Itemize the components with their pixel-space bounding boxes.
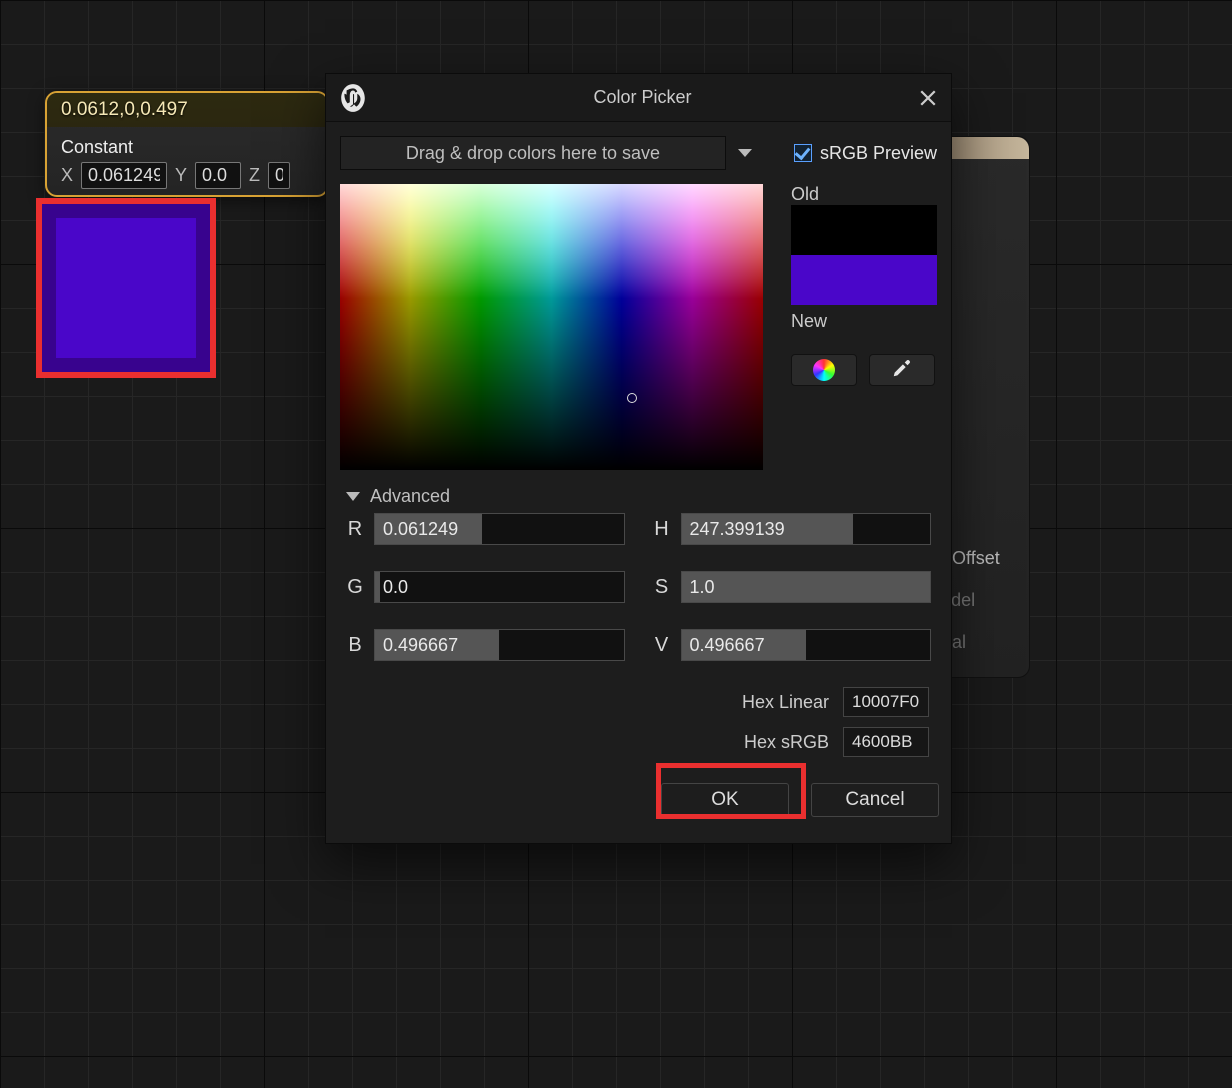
advanced-toggle[interactable]: Advanced bbox=[346, 486, 937, 507]
eyedropper-button[interactable] bbox=[869, 354, 935, 386]
x-label: X bbox=[61, 165, 73, 186]
channel-R-input[interactable]: 0.061249 bbox=[374, 513, 625, 545]
y-input[interactable] bbox=[195, 162, 241, 189]
srgb-label: sRGB Preview bbox=[820, 143, 937, 164]
cancel-button[interactable]: Cancel bbox=[811, 783, 939, 817]
eyedropper-icon bbox=[891, 357, 913, 384]
dialog-title: Color Picker bbox=[380, 87, 905, 108]
constant-label: Constant bbox=[61, 137, 313, 158]
channel-V-label: V bbox=[653, 634, 671, 657]
color-wheel-icon bbox=[813, 359, 835, 381]
color-wheel-button[interactable] bbox=[791, 354, 857, 386]
z-input[interactable] bbox=[268, 162, 290, 189]
channel-G-label: G bbox=[346, 576, 364, 599]
color-swatch-highlight bbox=[36, 198, 216, 378]
node-title: 0.0612,0,0.497 bbox=[47, 93, 327, 127]
y-label: Y bbox=[175, 165, 187, 186]
x-input[interactable] bbox=[81, 162, 167, 189]
channel-H-label: H bbox=[653, 518, 671, 541]
channel-G-input[interactable]: 0.0 bbox=[374, 571, 625, 603]
channel-V-input[interactable]: 0.496667 bbox=[681, 629, 932, 661]
sv-cursor bbox=[627, 393, 637, 403]
chevron-down-icon[interactable] bbox=[738, 149, 752, 157]
saved-colors-dropzone[interactable]: Drag & drop colors here to save bbox=[340, 136, 726, 170]
hex-srgb-label: Hex sRGB bbox=[744, 732, 829, 753]
new-color-swatch[interactable] bbox=[791, 255, 937, 305]
color-swatch[interactable] bbox=[56, 218, 196, 358]
triangle-down-icon bbox=[346, 492, 360, 501]
channel-S-label: S bbox=[653, 576, 671, 599]
checkbox-icon bbox=[794, 144, 812, 162]
channel-B-input[interactable]: 0.496667 bbox=[374, 629, 625, 661]
saturation-value-box[interactable] bbox=[340, 184, 763, 470]
channel-R-label: R bbox=[346, 518, 364, 541]
hex-srgb-input[interactable] bbox=[843, 727, 929, 757]
ok-button[interactable]: OK bbox=[661, 783, 789, 817]
new-label: New bbox=[791, 311, 937, 332]
channel-H-input[interactable]: 247.399139 bbox=[681, 513, 932, 545]
hex-linear-input[interactable] bbox=[843, 687, 929, 717]
z-label: Z bbox=[249, 165, 260, 186]
advanced-label: Advanced bbox=[370, 486, 450, 507]
close-icon[interactable] bbox=[919, 89, 937, 107]
srgb-preview-checkbox[interactable]: sRGB Preview bbox=[794, 143, 937, 164]
constant-vector-node[interactable]: 0.0612,0,0.497 Constant X Y Z bbox=[45, 91, 329, 197]
hex-linear-label: Hex Linear bbox=[742, 692, 829, 713]
channel-S-input[interactable]: 1.0 bbox=[681, 571, 932, 603]
color-picker-dialog: Color Picker Drag & drop colors here to … bbox=[325, 73, 952, 844]
old-label: Old bbox=[791, 184, 937, 205]
channel-B-label: B bbox=[346, 634, 364, 657]
dialog-titlebar[interactable]: Color Picker bbox=[326, 74, 951, 122]
unreal-logo-icon bbox=[340, 83, 366, 113]
old-color-swatch[interactable] bbox=[791, 205, 937, 255]
